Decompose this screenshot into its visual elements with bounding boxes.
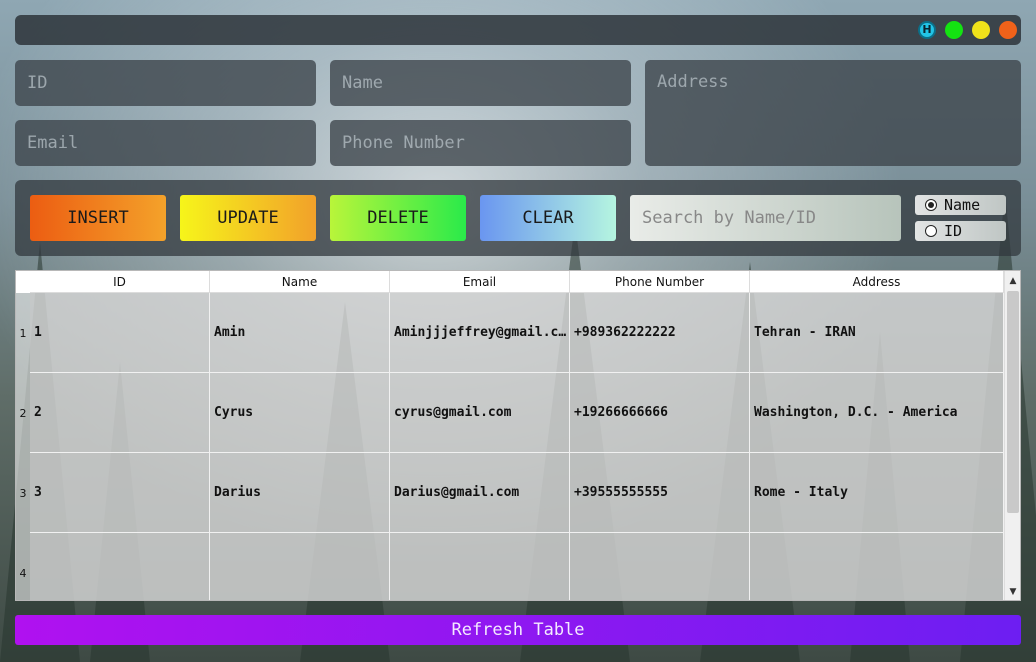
- cell-text: Tehran - IRAN: [754, 325, 856, 340]
- close-window-button[interactable]: [999, 21, 1017, 39]
- cell-text: +19266666666: [574, 405, 668, 420]
- column-header-phone[interactable]: Phone Number: [570, 271, 750, 293]
- cell-text: Cyrus: [214, 405, 254, 420]
- title-bar[interactable]: H: [15, 15, 1021, 45]
- cell-text: Washington, D.C. - America: [754, 405, 958, 420]
- column-header-address[interactable]: Address: [750, 271, 1004, 293]
- email-input[interactable]: [15, 120, 316, 166]
- table-cell-email[interactable]: Darius@gmail.com: [390, 453, 570, 533]
- column-header-id[interactable]: ID: [30, 271, 210, 293]
- address-input[interactable]: [645, 60, 1021, 166]
- table-cell-phone[interactable]: +989362222222: [570, 293, 750, 373]
- table-cell-id[interactable]: 3: [30, 453, 210, 533]
- table-cell-address[interactable]: Tehran - IRAN: [750, 293, 1004, 373]
- table-cell-phone[interactable]: [570, 533, 750, 600]
- row-number[interactable]: 4: [16, 533, 30, 600]
- minimize-window-button[interactable]: [972, 21, 990, 39]
- radio-name-label: Name: [944, 196, 981, 214]
- search-input[interactable]: [630, 195, 901, 241]
- cell-text: 1: [34, 325, 42, 340]
- table-vertical-scrollbar[interactable]: ▲ ▼: [1004, 271, 1020, 600]
- column-header-name[interactable]: Name: [210, 271, 390, 293]
- table-cell-id[interactable]: 2: [30, 373, 210, 453]
- phone-number-input[interactable]: [330, 120, 631, 166]
- table-cell-name[interactable]: Cyrus: [210, 373, 390, 453]
- radio-selected-icon: [925, 199, 937, 211]
- name-input[interactable]: [330, 60, 631, 106]
- scroll-thumb[interactable]: [1007, 291, 1019, 513]
- cell-text: Darius: [214, 485, 261, 500]
- cell-text: Aminjjjeffrey@gmail.com: [394, 325, 569, 340]
- insert-button[interactable]: INSERT: [30, 195, 166, 241]
- cell-text: +39555555555: [574, 485, 668, 500]
- table-corner: [16, 271, 30, 293]
- radio-id-label: ID: [944, 222, 963, 240]
- row-number[interactable]: 1: [16, 293, 30, 373]
- row-number[interactable]: 2: [16, 373, 30, 453]
- clear-button[interactable]: CLEAR: [480, 195, 616, 241]
- table-cell-name[interactable]: [210, 533, 390, 600]
- action-toolbar: INSERT UPDATE DELETE CLEAR Name ID: [15, 180, 1021, 256]
- table-cell-email[interactable]: Aminjjjeffrey@gmail.com: [390, 293, 570, 373]
- table-cell-phone[interactable]: +19266666666: [570, 373, 750, 453]
- scroll-down-arrow-icon[interactable]: ▼: [1005, 584, 1020, 600]
- table-cell-name[interactable]: Darius: [210, 453, 390, 533]
- table-cell-id[interactable]: [30, 533, 210, 600]
- cell-text: cyrus@gmail.com: [394, 405, 512, 420]
- table-cell-address[interactable]: Rome - Italy: [750, 453, 1004, 533]
- cell-text: 2: [34, 405, 42, 420]
- scroll-up-arrow-icon[interactable]: ▲: [1005, 273, 1020, 289]
- refresh-table-button[interactable]: Refresh Table: [15, 615, 1021, 645]
- cell-text: Rome - Italy: [754, 485, 848, 500]
- cell-text: 3: [34, 485, 42, 500]
- radio-unselected-icon: [925, 225, 937, 237]
- row-number[interactable]: 3: [16, 453, 30, 533]
- update-button[interactable]: UPDATE: [180, 195, 316, 241]
- search-by-id-radio[interactable]: ID: [915, 221, 1006, 241]
- maximize-window-button[interactable]: [945, 21, 963, 39]
- table-cell-name[interactable]: Amin: [210, 293, 390, 373]
- table-cell-email[interactable]: cyrus@gmail.com: [390, 373, 570, 453]
- cell-text: Darius@gmail.com: [394, 485, 520, 500]
- table-cell-address[interactable]: [750, 533, 1004, 600]
- cell-text: +989362222222: [574, 325, 676, 340]
- search-by-name-radio[interactable]: Name: [915, 195, 1006, 215]
- table-cell-email[interactable]: [390, 533, 570, 600]
- table-cell-address[interactable]: Washington, D.C. - America: [750, 373, 1004, 453]
- cell-text: Amin: [214, 325, 246, 340]
- table-cell-phone[interactable]: +39555555555: [570, 453, 750, 533]
- id-input[interactable]: [15, 60, 316, 106]
- column-header-email[interactable]: Email: [390, 271, 570, 293]
- help-window-button[interactable]: H: [918, 21, 936, 39]
- records-table[interactable]: ID Name Email Phone Number Address 1 1 A…: [15, 270, 1021, 601]
- table-cell-id[interactable]: 1: [30, 293, 210, 373]
- delete-button[interactable]: DELETE: [330, 195, 466, 241]
